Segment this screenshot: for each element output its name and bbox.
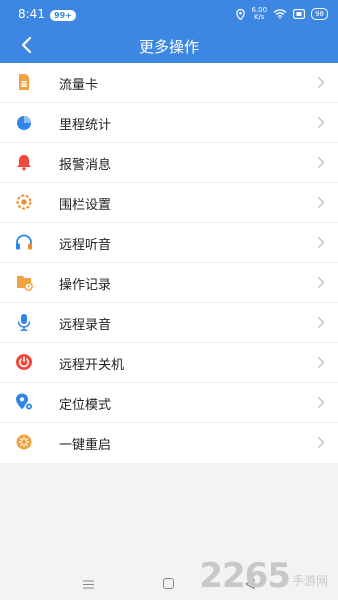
site-watermark: 2265 手游网 bbox=[199, 556, 328, 596]
app-header: 8:41 99+ 6.00 K/s 98 更多操作 bbox=[0, 0, 338, 63]
menu-item-label: 一键重启 bbox=[59, 438, 112, 453]
menu-item-label: 远程听音 bbox=[59, 238, 112, 253]
status-icons: 6.00 K/s 98 bbox=[236, 7, 328, 21]
watermark-text: 手游网 bbox=[291, 574, 328, 588]
power-icon bbox=[16, 354, 32, 370]
chevron-right-icon bbox=[318, 397, 325, 408]
menu-item-label: 远程开关机 bbox=[59, 358, 125, 373]
home-button[interactable] bbox=[163, 578, 174, 589]
menu-item-operation-records[interactable]: 操作记录 bbox=[0, 263, 338, 303]
menu-item-mileage-stats[interactable]: 里程统计 bbox=[0, 103, 338, 143]
battery-indicator: 98 bbox=[311, 8, 328, 20]
menu-list: 流量卡 里程统计 报警消息 围栏设置 远程听音 操作记录 远程录音 远程开关机 bbox=[0, 63, 338, 463]
wifi-icon bbox=[273, 9, 287, 19]
menu-item-alarm-messages[interactable]: 报警消息 bbox=[0, 143, 338, 183]
sim-card-icon bbox=[19, 74, 29, 90]
restart-icon bbox=[16, 434, 32, 450]
menu-item-label: 操作记录 bbox=[59, 278, 112, 293]
network-speed: 6.00 K/s bbox=[251, 7, 267, 21]
menu-icon[interactable] bbox=[83, 580, 94, 589]
headphones-icon bbox=[16, 234, 32, 250]
menu-item-label: 里程统计 bbox=[59, 118, 112, 133]
page-title: 更多操作 bbox=[138, 38, 199, 56]
chevron-right-icon bbox=[318, 437, 325, 448]
status-time: 8:41 bbox=[18, 7, 45, 21]
menu-item-label: 远程录音 bbox=[59, 318, 112, 333]
menu-item-label: 流量卡 bbox=[59, 78, 99, 93]
menu-item-remote-listening[interactable]: 远程听音 bbox=[0, 223, 338, 263]
menu-item-location-mode[interactable]: 定位模式 bbox=[0, 383, 338, 423]
sim-status-icon bbox=[293, 9, 306, 19]
menu-item-one-key-restart[interactable]: 一键重启 bbox=[0, 423, 338, 463]
title-bar: 更多操作 bbox=[0, 28, 338, 63]
chevron-right-icon bbox=[318, 157, 325, 168]
chevron-right-icon bbox=[318, 117, 325, 128]
watermark-number: 2265 bbox=[199, 556, 291, 596]
alarm-bell-icon bbox=[17, 155, 31, 171]
chevron-right-icon bbox=[318, 197, 325, 208]
chevron-right-icon bbox=[318, 317, 325, 328]
menu-item-fence-settings[interactable]: 围栏设置 bbox=[0, 183, 338, 223]
menu-item-label: 围栏设置 bbox=[59, 198, 112, 213]
location-mode-icon bbox=[16, 393, 34, 411]
chevron-right-icon bbox=[318, 357, 325, 368]
location-status-icon bbox=[236, 8, 246, 20]
menu-item-remote-power[interactable]: 远程开关机 bbox=[0, 343, 338, 383]
chevron-right-icon bbox=[318, 77, 325, 88]
notification-badge: 99+ bbox=[50, 10, 76, 21]
record-icon bbox=[17, 276, 33, 291]
status-bar: 8:41 99+ 6.00 K/s 98 bbox=[0, 0, 338, 28]
menu-item-traffic-card[interactable]: 流量卡 bbox=[0, 63, 338, 103]
menu-item-label: 定位模式 bbox=[59, 398, 112, 413]
chevron-right-icon bbox=[318, 277, 325, 288]
fence-icon bbox=[16, 194, 32, 210]
microphone-icon bbox=[17, 314, 31, 331]
menu-item-remote-recording[interactable]: 远程录音 bbox=[0, 303, 338, 343]
chevron-right-icon bbox=[318, 237, 325, 248]
pie-chart-icon bbox=[17, 116, 31, 130]
menu-item-label: 报警消息 bbox=[59, 158, 112, 173]
speed-unit: K/s bbox=[253, 13, 265, 21]
